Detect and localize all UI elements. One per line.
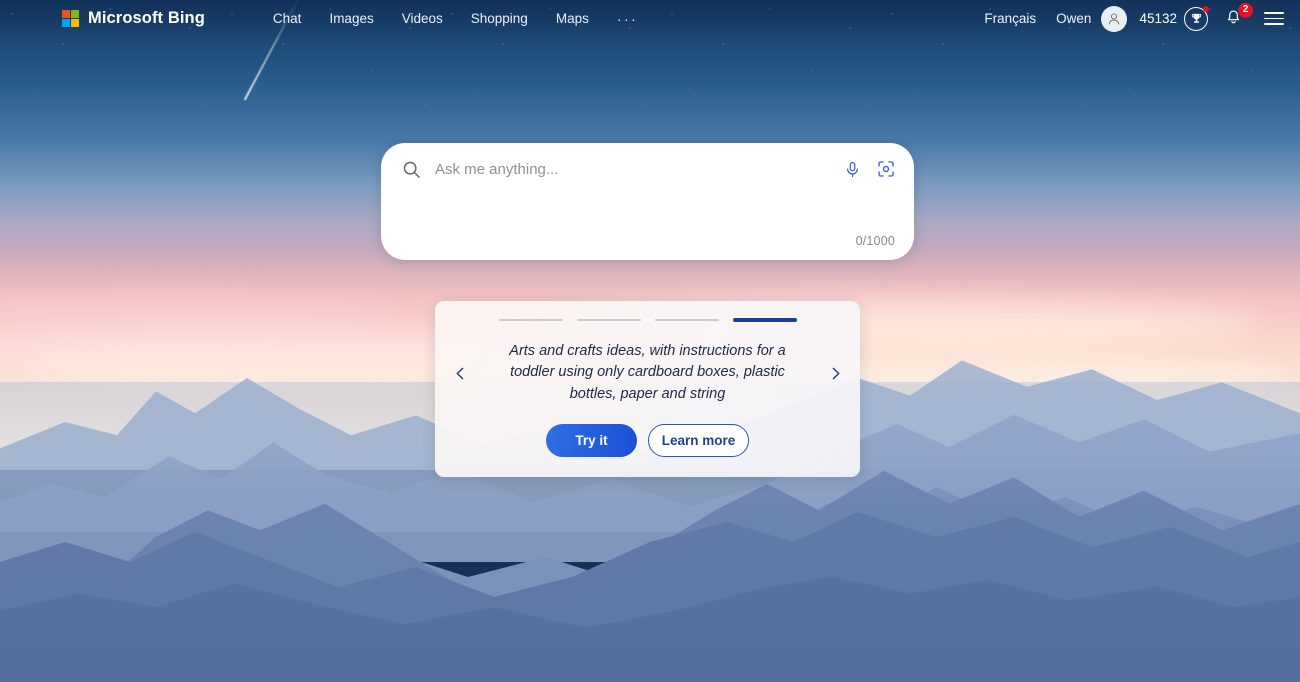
search-icon bbox=[402, 160, 421, 179]
visual-search-camera-icon[interactable] bbox=[876, 159, 896, 179]
suggestion-text: Arts and crafts ideas, with instructions… bbox=[509, 342, 786, 402]
nav-item-maps[interactable]: Maps bbox=[542, 7, 603, 30]
search-input-row bbox=[381, 143, 914, 195]
carousel-indicator-2[interactable] bbox=[576, 319, 641, 321]
hamburger-menu-icon[interactable] bbox=[1264, 11, 1284, 26]
search-input[interactable] bbox=[435, 160, 843, 178]
microsoft-squares-icon bbox=[62, 10, 79, 27]
try-it-button[interactable]: Try it bbox=[546, 424, 637, 457]
brand-title: Microsoft Bing bbox=[88, 9, 205, 27]
carousel-indicator-3[interactable] bbox=[654, 319, 719, 321]
nav-item-chat[interactable]: Chat bbox=[259, 7, 316, 30]
avatar[interactable] bbox=[1101, 5, 1128, 32]
carousel-body: Arts and crafts ideas, with instructions… bbox=[435, 322, 860, 424]
rewards-button[interactable]: 45132 bbox=[1139, 5, 1209, 31]
user-name-label[interactable]: Owen bbox=[1046, 7, 1097, 30]
chevron-left-icon[interactable] bbox=[447, 360, 473, 386]
carousel-indicator-1[interactable] bbox=[498, 319, 563, 321]
rewards-alert-dot bbox=[1203, 5, 1209, 12]
trophy-icon bbox=[1191, 13, 1201, 23]
nav-item-videos[interactable]: Videos bbox=[388, 7, 457, 30]
person-avatar-icon bbox=[1109, 12, 1120, 24]
notifications-badge: 2 bbox=[1238, 2, 1253, 18]
search-box: 0/1000 bbox=[381, 143, 914, 260]
nav-overflow-menu-icon[interactable]: ··· bbox=[603, 7, 653, 31]
nav-item-images[interactable]: Images bbox=[315, 7, 387, 30]
nav-item-shopping[interactable]: Shopping bbox=[457, 7, 542, 30]
language-selector[interactable]: Français bbox=[974, 7, 1046, 30]
notifications-button[interactable]: 2 bbox=[1224, 2, 1253, 30]
character-counter: 0/1000 bbox=[855, 234, 895, 248]
carousel-actions: Try it Learn more bbox=[546, 424, 749, 457]
primary-navigation: Chat Images Videos Shopping Maps ··· bbox=[259, 7, 652, 31]
top-header-bar: Microsoft Bing Chat Images Videos Shoppi… bbox=[0, 0, 1300, 37]
header-right-cluster: Français Owen 45132 2 bbox=[974, 2, 1284, 32]
bing-logo-link[interactable]: Microsoft Bing bbox=[62, 9, 205, 28]
rewards-trophy-badge bbox=[1184, 5, 1209, 31]
rewards-points: 45132 bbox=[1139, 11, 1177, 26]
suggestion-carousel-card: Arts and crafts ideas, with instructions… bbox=[435, 301, 860, 477]
microphone-icon[interactable] bbox=[843, 160, 862, 179]
chevron-right-icon[interactable] bbox=[822, 360, 848, 386]
learn-more-button[interactable]: Learn more bbox=[648, 424, 749, 457]
